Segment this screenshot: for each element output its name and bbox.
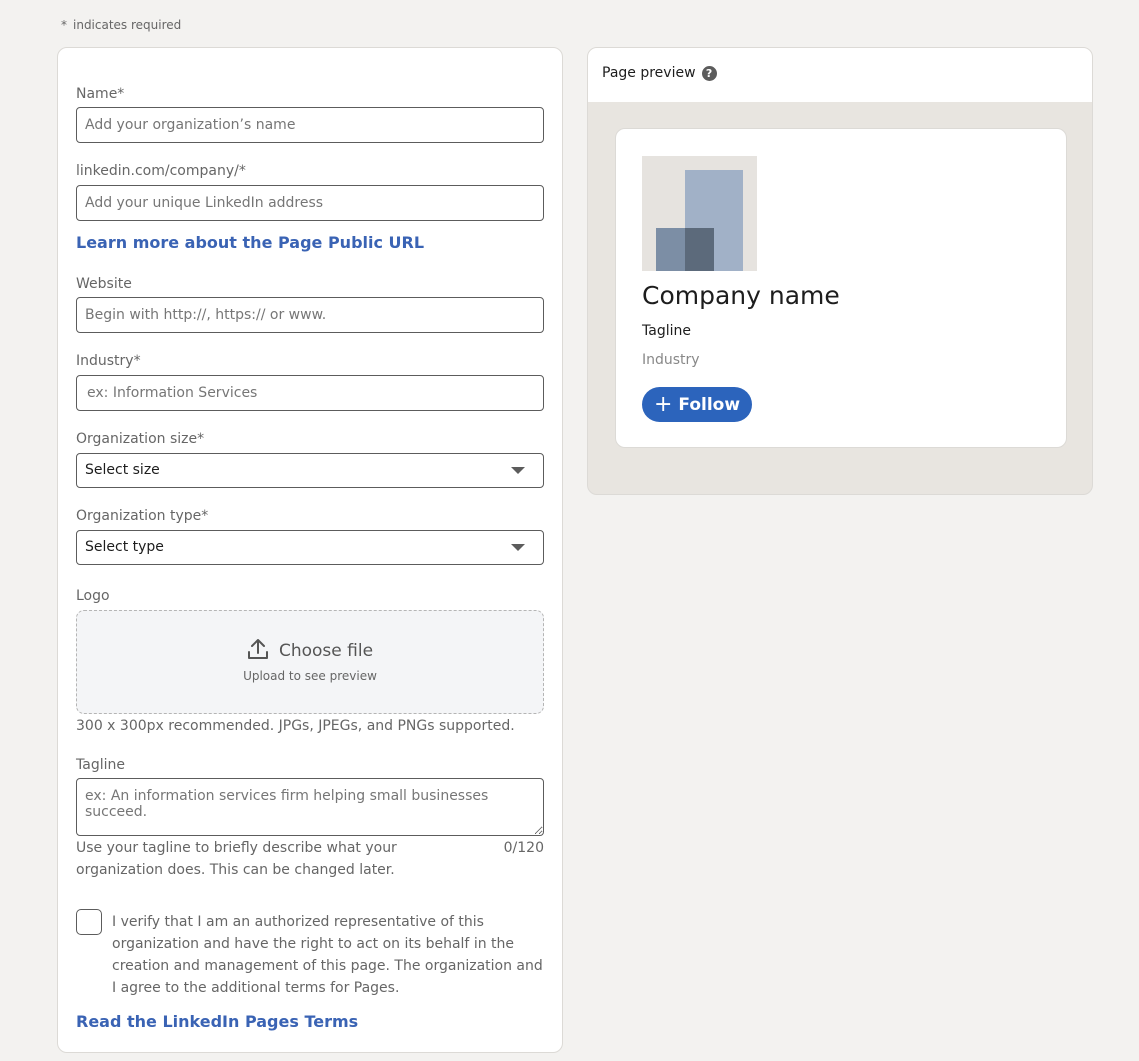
public-url-learn-more-link[interactable]: Learn more about the Page Public URL bbox=[76, 233, 424, 252]
org-size-label: Organization size* bbox=[76, 431, 205, 447]
tagline-textarea[interactable] bbox=[76, 778, 544, 836]
follow-label: Follow bbox=[678, 394, 741, 415]
preview-header: Page preview ? bbox=[588, 48, 1092, 102]
org-type-value: Select type bbox=[85, 539, 164, 555]
required-star: * bbox=[61, 18, 67, 32]
website-label: Website bbox=[76, 276, 132, 292]
follow-button[interactable]: + Follow bbox=[642, 387, 752, 422]
chevron-down-icon bbox=[511, 544, 525, 551]
company-url-input[interactable] bbox=[76, 185, 544, 221]
logo-hint: 300 x 300px recommended. JPGs, JPEGs, an… bbox=[76, 718, 515, 734]
tagline-char-counter: 0/120 bbox=[503, 840, 544, 856]
org-type-label: Organization type* bbox=[76, 508, 209, 524]
choose-file-label: Choose file bbox=[278, 641, 374, 661]
pages-terms-link[interactable]: Read the LinkedIn Pages Terms bbox=[76, 1012, 358, 1031]
verify-text: I verify that I am an authorized represe… bbox=[112, 914, 543, 996]
upload-sub-label: Upload to see preview bbox=[243, 669, 377, 683]
logo-upload-dropzone[interactable]: Choose file Upload to see preview bbox=[76, 610, 544, 714]
plus-icon: + bbox=[653, 391, 673, 417]
industry-input[interactable] bbox=[76, 375, 544, 411]
preview-industry: Industry bbox=[642, 352, 700, 368]
help-icon[interactable]: ? bbox=[701, 65, 717, 81]
upload-icon bbox=[247, 637, 269, 665]
preview-company-name: Company name bbox=[642, 281, 840, 310]
org-type-select[interactable]: Select type bbox=[76, 530, 544, 565]
verify-checkbox[interactable] bbox=[76, 909, 102, 935]
preview-title: Page preview bbox=[602, 65, 696, 81]
required-note: * indicates required bbox=[61, 18, 181, 32]
tagline-hint: Use your tagline to briefly describe wha… bbox=[76, 840, 397, 878]
required-note-text: indicates required bbox=[73, 18, 182, 32]
page-preview-panel: Page preview ? Company name Tagline Indu… bbox=[587, 47, 1093, 495]
company-logo-placeholder-icon bbox=[642, 156, 757, 271]
website-input[interactable] bbox=[76, 297, 544, 333]
org-size-select[interactable]: Select size bbox=[76, 453, 544, 488]
name-input[interactable] bbox=[76, 107, 544, 143]
logo-label: Logo bbox=[76, 588, 110, 604]
company-preview-card: Company name Tagline Industry + Follow bbox=[615, 128, 1067, 448]
create-page-form: Name* linkedin.com/company/* Learn more … bbox=[57, 47, 563, 1053]
industry-label: Industry* bbox=[76, 353, 141, 369]
preview-tagline: Tagline bbox=[642, 323, 691, 339]
chevron-down-icon bbox=[511, 467, 525, 474]
url-label: linkedin.com/company/* bbox=[76, 163, 246, 179]
name-label: Name* bbox=[76, 86, 125, 102]
tagline-label: Tagline bbox=[76, 757, 125, 773]
org-size-value: Select size bbox=[85, 462, 160, 478]
